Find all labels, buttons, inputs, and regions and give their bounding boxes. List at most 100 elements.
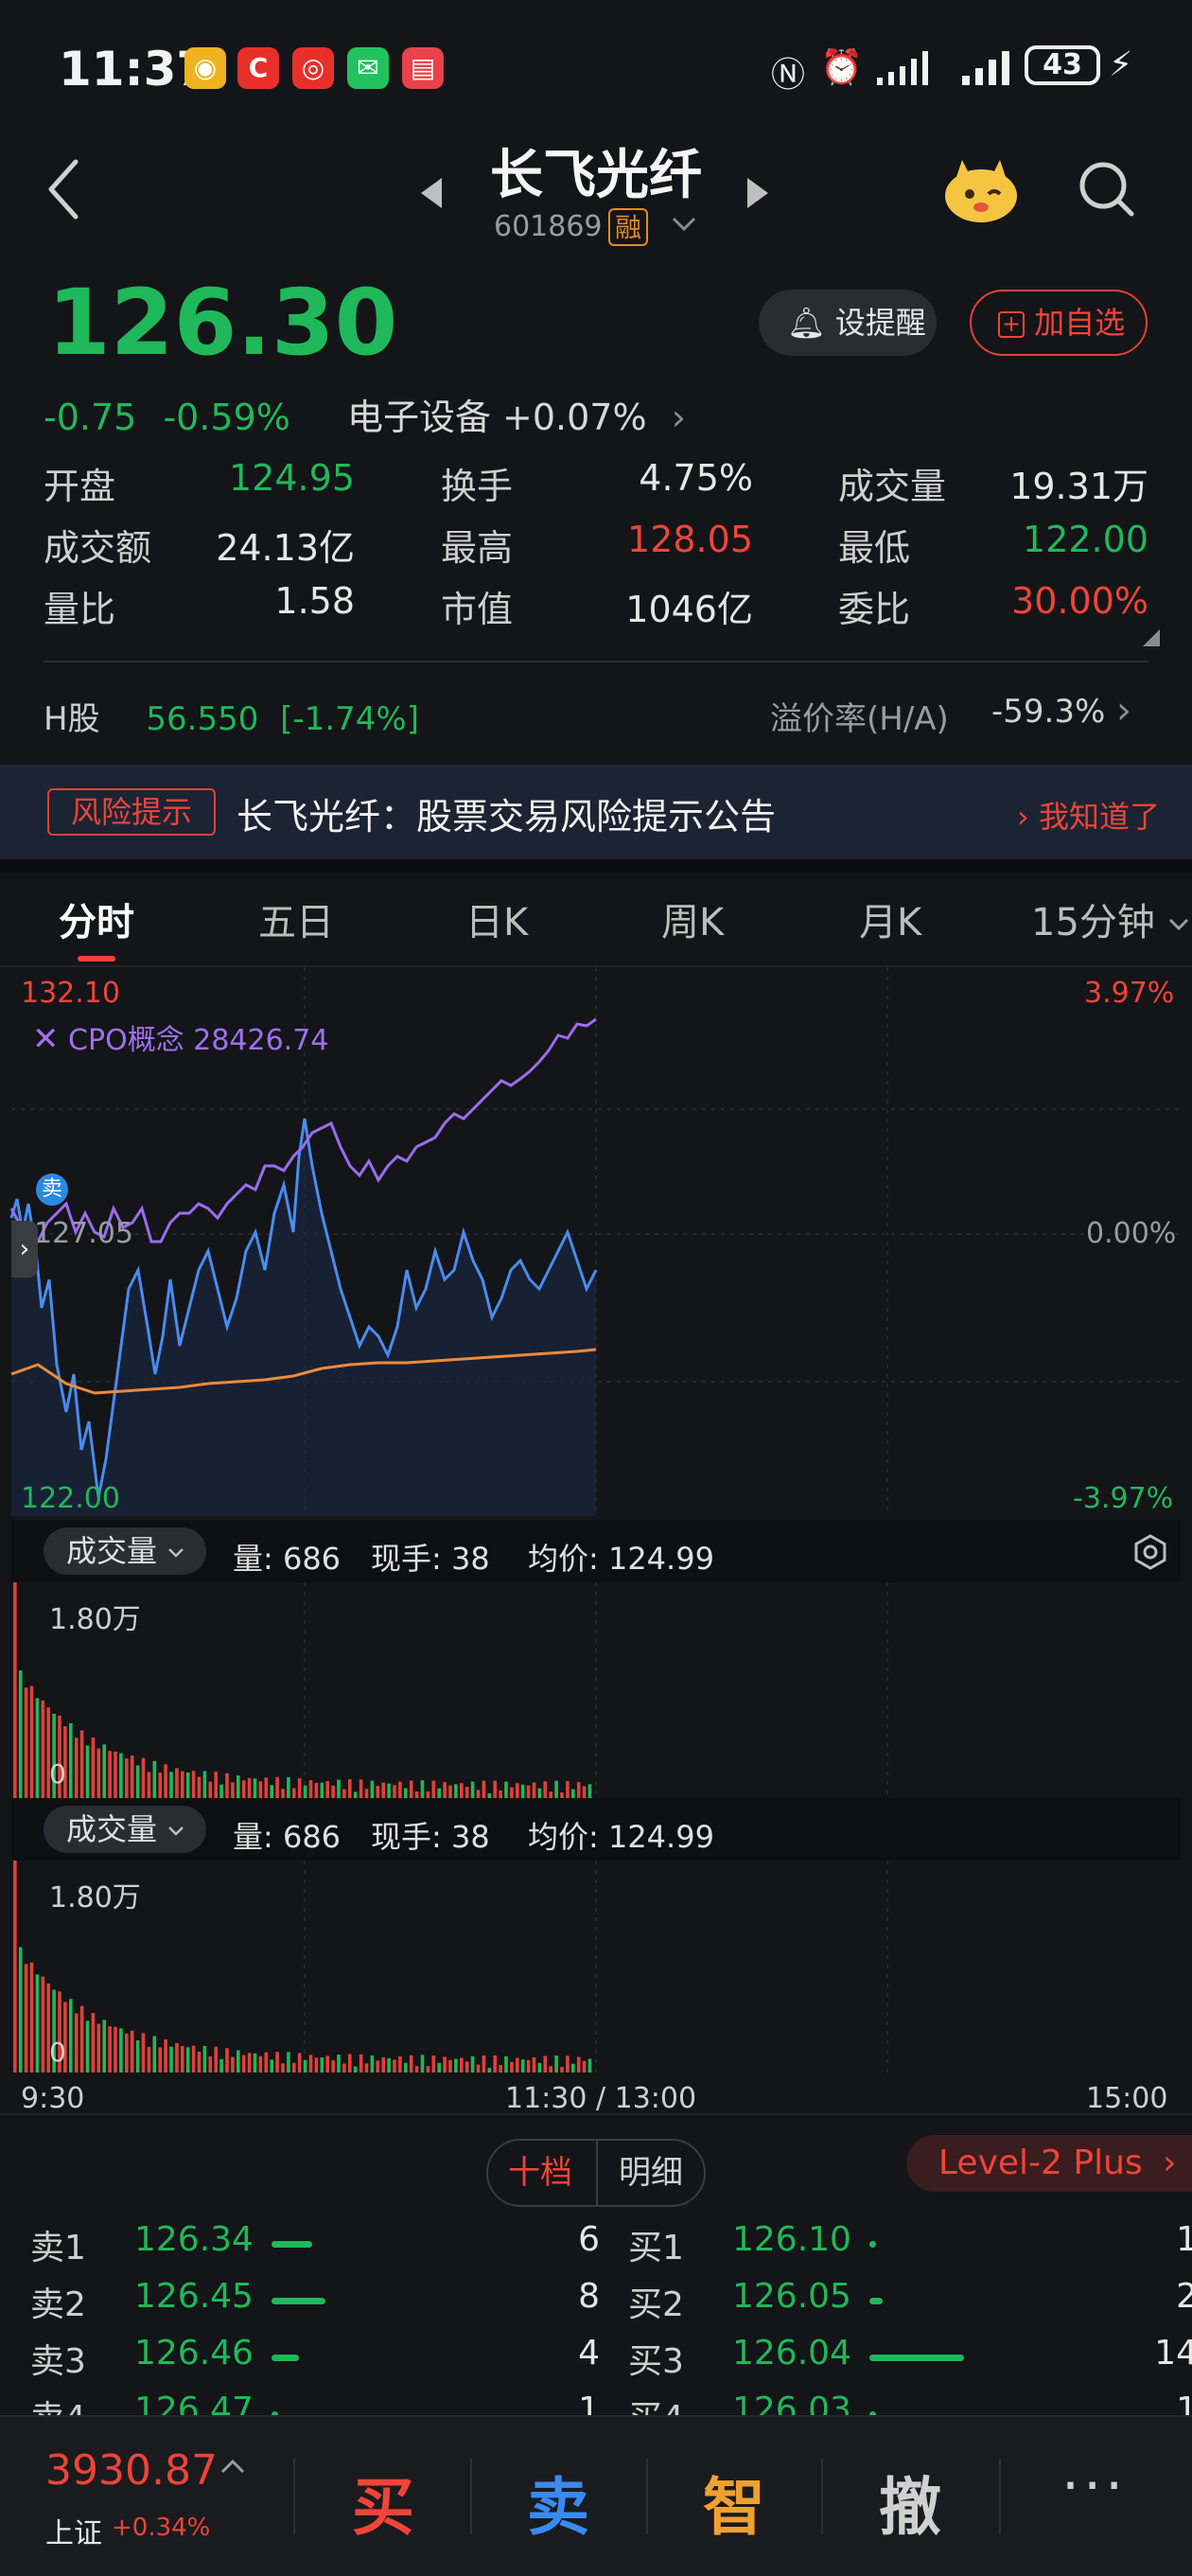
depth-bar (869, 2355, 964, 2361)
volume-bar (275, 1776, 279, 1798)
volume-indicator-selector[interactable]: 成交量 (44, 1527, 206, 1575)
time-axis-start: 9:30 (21, 2082, 85, 2115)
bid-price[interactable]: 126.10 (732, 2220, 851, 2259)
volume-bar (13, 1861, 17, 2073)
volume-bar (79, 1730, 84, 1798)
tab-15min[interactable]: 15分钟 (1031, 891, 1190, 946)
volume-bar (253, 2053, 257, 2073)
expand-side-panel-icon[interactable]: › (11, 1221, 38, 1278)
volume-bar (287, 1777, 290, 1798)
volume-bar (566, 1781, 570, 1798)
volume-qty-2: 量: 686 (233, 1819, 342, 1855)
volume-grid-2 (304, 1861, 888, 2073)
level2-label: Level-2 Plus (938, 2144, 1143, 2182)
risk-ack-button[interactable]: › 我知道了 (1017, 793, 1160, 837)
collapse-corner-icon[interactable] (1143, 629, 1160, 646)
h-share-price: 56.550 (146, 700, 259, 738)
sell-button[interactable]: 卖 (501, 2457, 615, 2548)
volume-bar (219, 2058, 223, 2073)
divider (821, 2459, 823, 2534)
volume-bar (241, 1780, 246, 1798)
volume-bar (437, 1788, 441, 1798)
tab-intraday[interactable]: 分时 (59, 891, 134, 946)
volume-bar (281, 2063, 285, 2073)
chevron-right-icon: › (1116, 689, 1131, 732)
tab-trade-detail[interactable]: 明细 (596, 2139, 704, 2207)
ask-qty: 8 (578, 2277, 600, 2316)
volume-bar (420, 2055, 425, 2073)
tab-weekly-k[interactable]: 周K (661, 891, 724, 946)
volume-bar (426, 2066, 430, 2073)
h-share-row[interactable]: H股 56.550 [-1.74%] 溢价率(H/A) -59.3% › (44, 689, 1148, 739)
tab-five-day[interactable]: 五日 (258, 891, 334, 946)
tab-active-indicator (78, 956, 115, 962)
bid-level-label: 买1 (628, 2229, 684, 2267)
volume-bar (181, 1771, 184, 1798)
set-alert-button[interactable]: 🔔︎ 设提醒 (759, 290, 937, 356)
add-watchlist-button[interactable]: + 加自选 (970, 290, 1148, 356)
tab-daily-k[interactable]: 日K (465, 891, 528, 946)
back-icon[interactable] (45, 156, 83, 222)
add-watchlist-label: 加自选 (1034, 305, 1126, 341)
volume-bar (337, 1779, 341, 1798)
volume-bar (476, 2064, 481, 2073)
volume-bar (476, 1790, 481, 1798)
cpo-concept-legend[interactable]: ✕ CPO概念 28426.74 (32, 1016, 328, 1058)
volume-bar (69, 1999, 73, 2073)
volume-bar (376, 2060, 380, 2073)
tab-monthly-k[interactable]: 月K (859, 891, 921, 946)
depth-bar (272, 2355, 299, 2361)
volume-bar (270, 1785, 273, 1798)
sector-link[interactable]: 电子设备 +0.07% (347, 397, 647, 438)
ask-price[interactable]: 126.46 (134, 2334, 254, 2373)
cancel-order-button[interactable]: 撤 (853, 2457, 967, 2548)
volume-bar (526, 2059, 531, 2073)
volume-bar (549, 1791, 552, 1798)
volume-bar (13, 1582, 17, 1798)
mascot-icon[interactable] (941, 156, 1021, 224)
volume-bar (135, 1765, 140, 1798)
volume-bar (303, 2059, 307, 2073)
search-icon[interactable] (1077, 159, 1135, 218)
volume-bar (108, 1751, 112, 1798)
volume-bar (314, 1783, 319, 1798)
buy-button[interactable]: 买 (326, 2457, 440, 2548)
volume-bar (543, 1781, 548, 1798)
volume-bar (325, 2056, 329, 2073)
divider (44, 661, 1148, 662)
smart-button[interactable]: 智 (677, 2457, 791, 2548)
more-icon[interactable]: ··· (1061, 2453, 1127, 2519)
ask-price[interactable]: 126.34 (134, 2220, 254, 2259)
ask-price[interactable]: 126.45 (134, 2277, 254, 2316)
volume-avg-2: 均价: 124.99 (528, 1819, 714, 1855)
volume-bar (281, 1789, 285, 1798)
prev-stock-icon[interactable] (421, 178, 442, 208)
stat-label: 市值 (441, 589, 514, 630)
price-axis-mid: 127.05 (34, 1217, 133, 1250)
tab-ten-levels[interactable]: 十档 (486, 2139, 594, 2207)
volume-bar (387, 1783, 391, 1798)
sell-marker[interactable]: 卖 (36, 1173, 68, 1206)
close-icon[interactable]: ✕ (32, 1020, 60, 1058)
volume-indicator-selector-2[interactable]: 成交量 (44, 1806, 206, 1853)
volume-bar (348, 2054, 352, 2073)
time-axis-mid: 11:30 / 13:00 (505, 2082, 697, 2115)
volume-bar (337, 2055, 341, 2073)
volume-hand-2: 现手: 38 (371, 1819, 490, 1855)
h-share-change: [-1.74%] (280, 700, 419, 738)
volume-bar (219, 1784, 223, 1798)
settings-icon[interactable] (1131, 1533, 1169, 1571)
depth-bar (869, 2241, 876, 2248)
risk-text[interactable]: 长飞光纤：股票交易风险提示公告 (237, 787, 776, 839)
volume-bar (197, 2052, 202, 2073)
next-stock-icon[interactable] (747, 178, 768, 208)
level2-plus-button[interactable]: Level-2 Plus › (906, 2135, 1192, 2192)
volume-bar (554, 1780, 558, 1798)
index-price[interactable]: 3930.87 (45, 2446, 218, 2495)
volume-bar (393, 2059, 396, 2073)
volume-bar (225, 2048, 229, 2073)
chevron-up-icon[interactable] (219, 2457, 246, 2476)
bid-price[interactable]: 126.05 (732, 2277, 851, 2316)
chevron-down-icon[interactable] (670, 210, 698, 238)
bid-price[interactable]: 126.04 (732, 2334, 851, 2373)
